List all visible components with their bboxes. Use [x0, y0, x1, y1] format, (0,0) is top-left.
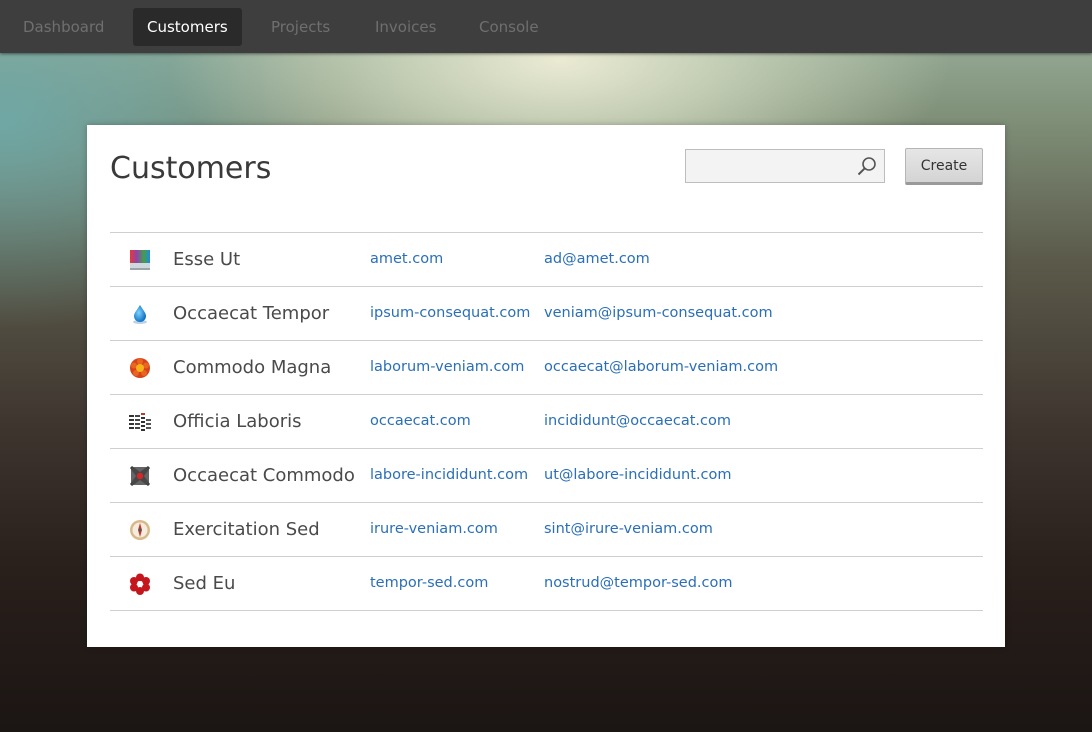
customer-name: Exercitation Sed [173, 519, 320, 540]
customer-website-link[interactable]: irure-veniam.com [370, 503, 498, 556]
customer-table: Esse Ut amet.com ad@amet.com Occaecat Te… [110, 232, 983, 611]
nav-item-customers[interactable]: Customers [133, 8, 242, 46]
customer-name: Occaecat Tempor [173, 303, 330, 324]
customer-email-link[interactable]: nostrud@tempor-sed.com [544, 557, 733, 610]
customer-email-link[interactable]: ut@labore-incididunt.com [544, 449, 731, 502]
customer-email-link[interactable]: ad@amet.com [544, 233, 650, 286]
top-navigation: Dashboard Customers Projects Invoices Co… [0, 0, 1092, 53]
nav-item-projects[interactable]: Projects [257, 8, 344, 46]
create-button[interactable]: Create [905, 148, 983, 185]
dark-x-logo [130, 466, 150, 486]
customer-email-link[interactable]: sint@irure-veniam.com [544, 503, 713, 556]
customer-website-link[interactable]: laborum-veniam.com [370, 341, 524, 394]
orange-flower-logo [130, 358, 150, 378]
customer-email-link[interactable]: incididunt@occaecat.com [544, 395, 731, 448]
customer-name: Esse Ut [173, 249, 241, 270]
table-row[interactable]: Officia Laboris occaecat.com incididunt@… [110, 395, 983, 449]
table-row[interactable]: Exercitation Sed irure-veniam.com sint@i… [110, 503, 983, 557]
table-row[interactable]: Occaecat Commodo labore-incididunt.com u… [110, 449, 983, 503]
gradient-square-logo [130, 250, 150, 270]
search-input[interactable] [686, 150, 862, 182]
compass-logo [130, 520, 150, 540]
customer-email-link[interactable]: veniam@ipsum-consequat.com [544, 287, 773, 340]
search-box [685, 149, 885, 183]
customer-name: Occaecat Commodo [173, 465, 355, 486]
table-row[interactable]: Occaecat Tempor ipsum-consequat.com veni… [110, 287, 983, 341]
red-flower-logo [130, 573, 150, 595]
customer-name: Officia Laboris [173, 411, 302, 432]
nav-item-invoices[interactable]: Invoices [361, 8, 450, 46]
table-row[interactable]: Sed Eu tempor-sed.com nostrud@tempor-sed… [110, 557, 983, 611]
customer-email-link[interactable]: occaecat@laborum-veniam.com [544, 341, 778, 394]
table-row[interactable]: Esse Ut amet.com ad@amet.com [110, 233, 983, 287]
search-icon[interactable] [856, 155, 878, 177]
table-row[interactable]: Commodo Magna laborum-veniam.com occaeca… [110, 341, 983, 395]
customer-name: Commodo Magna [173, 357, 332, 378]
customer-name: Sed Eu [173, 573, 236, 594]
nav-item-dashboard[interactable]: Dashboard [9, 8, 118, 46]
customers-panel: Customers Create Esse Ut amet.com ad@ame… [87, 125, 1005, 647]
nav-item-console[interactable]: Console [465, 8, 553, 46]
customer-website-link[interactable]: tempor-sed.com [370, 557, 488, 610]
water-drop-logo [133, 305, 147, 324]
customer-website-link[interactable]: labore-incididunt.com [370, 449, 528, 502]
customer-website-link[interactable]: amet.com [370, 233, 443, 286]
page-title: Customers [110, 151, 272, 186]
equalizer-bars-logo [129, 413, 151, 431]
customer-website-link[interactable]: occaecat.com [370, 395, 471, 448]
customer-website-link[interactable]: ipsum-consequat.com [370, 287, 530, 340]
